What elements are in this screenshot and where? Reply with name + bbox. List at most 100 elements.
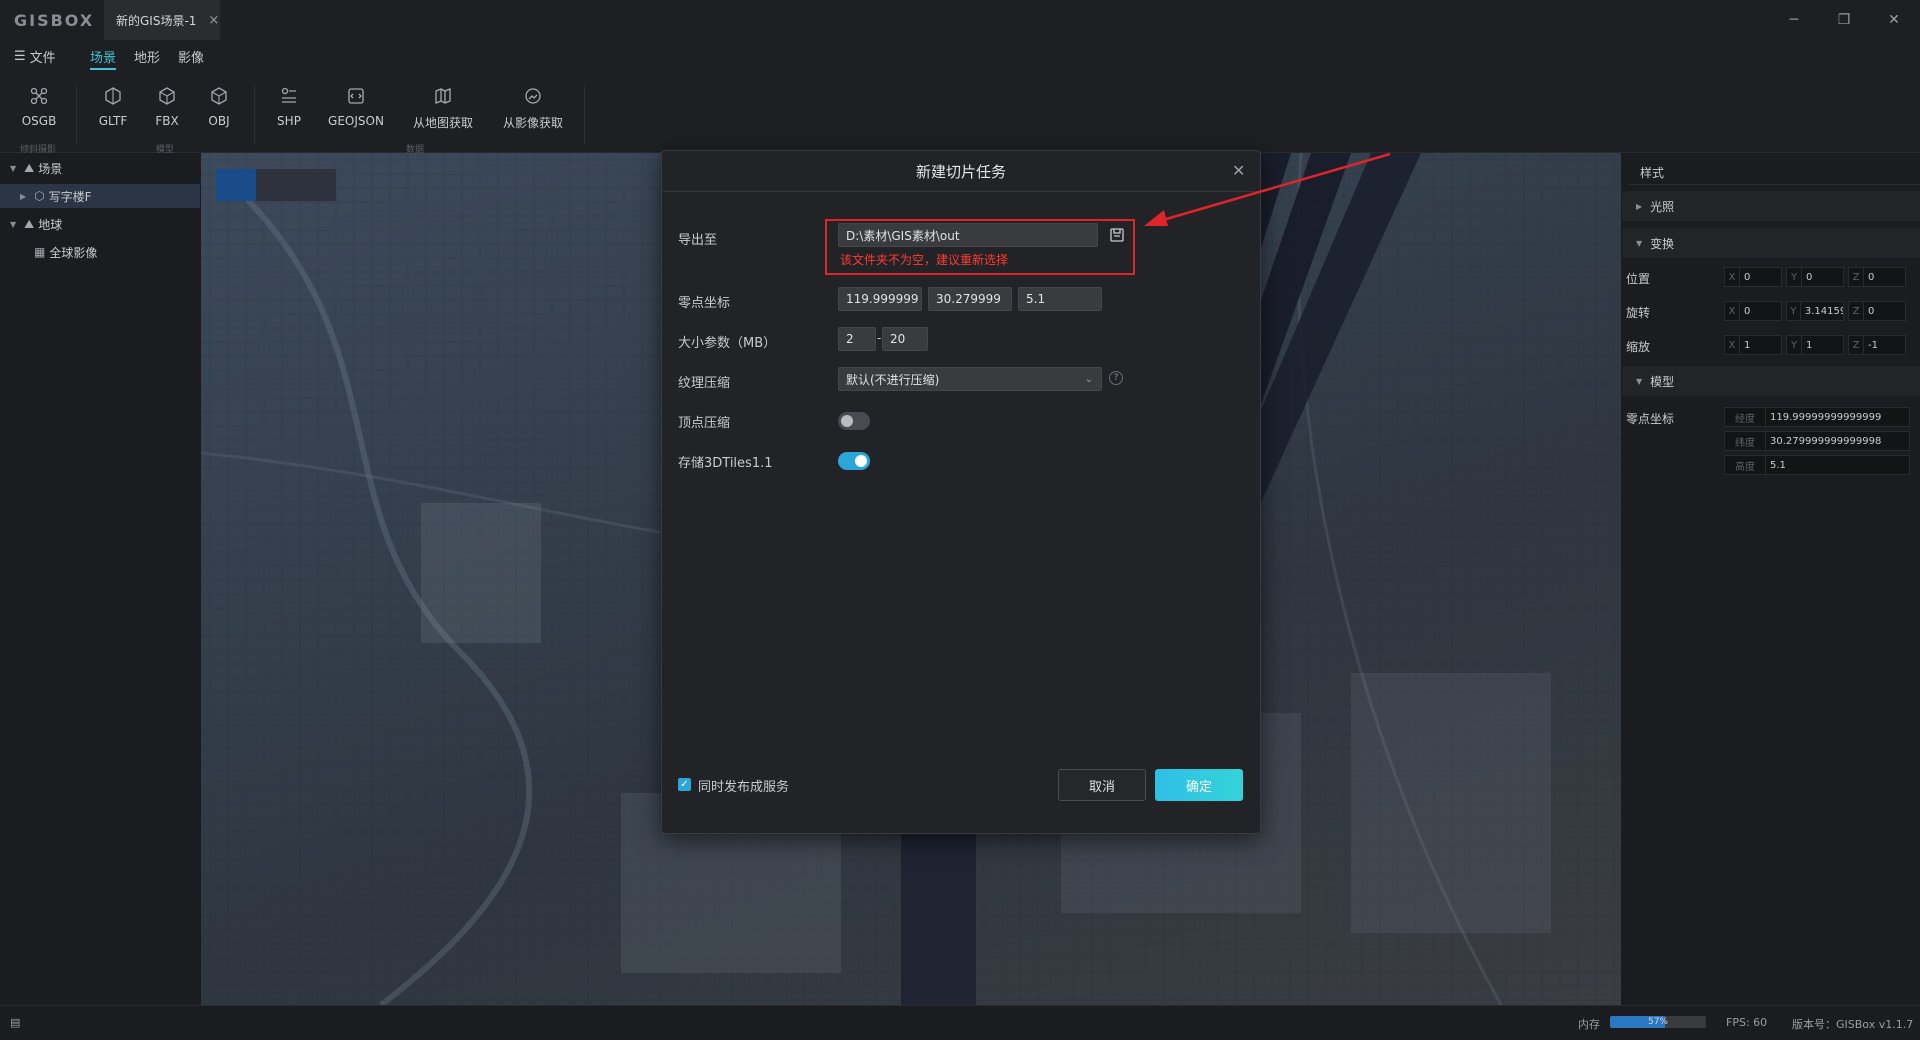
origin-latitude-input[interactable]: 30.279999 [928, 287, 1012, 311]
section-light[interactable]: ▶ 光照 [1622, 191, 1920, 221]
collapse-caret-icon: ▶ [1636, 201, 1643, 211]
section-model[interactable]: ▼ 模型 [1622, 366, 1920, 396]
expand-caret-icon[interactable]: ▼ [10, 220, 16, 229]
tab-close-icon[interactable]: × [208, 13, 219, 28]
collapse-caret-icon[interactable]: ▶ [20, 192, 26, 201]
tree-node-scene[interactable]: ▼ ⛰ 场景 [10, 155, 62, 181]
size-param-label: 大小参数（MB） [678, 336, 777, 351]
log-icon[interactable]: ▤ [10, 1016, 20, 1029]
export-path-input[interactable]: D:\素材\GIS素材\out [838, 223, 1098, 247]
gltf-button[interactable]: GLTF [98, 86, 128, 128]
tree-node-global-imagery[interactable]: ▦ 全球影像 [34, 239, 97, 265]
annotation-arrow [1144, 152, 1391, 226]
tree-node-label: 场景 [38, 161, 63, 176]
toolbar-divider [254, 86, 255, 144]
texture-compression-select[interactable]: 默认(不进行压缩) ⌄ [838, 367, 1102, 391]
imagery-fetch-icon [525, 88, 541, 104]
latitude-value: 30.279999999999998 [1770, 435, 1882, 447]
from-imagery-button[interactable]: 从影像获取 [500, 86, 566, 131]
menu-imagery[interactable]: 影像 [178, 47, 204, 66]
rotation-z-value: 0 [1868, 305, 1875, 317]
app-logo: GISBOX [14, 11, 95, 30]
scene-tab[interactable]: 新的GIS场景-1 × [104, 0, 220, 40]
tab-divider [1630, 184, 1920, 185]
geojson-button[interactable]: GEOJSON [328, 86, 384, 128]
publish-service-checkbox[interactable]: ✓ [678, 778, 691, 791]
expand-caret-icon[interactable]: ▼ [10, 164, 16, 173]
osgb-label: OSGB [21, 114, 57, 128]
minimize-button[interactable]: ─ [1774, 8, 1814, 32]
memory-bar: 57% [1610, 1016, 1706, 1028]
fbx-button[interactable]: FBX [152, 86, 182, 128]
position-y-value: 0 [1806, 271, 1813, 283]
tab-style[interactable]: 样式 [1640, 164, 1664, 181]
tree-node-office[interactable]: ▶ ⬡ 写字楼F [20, 183, 92, 209]
osgb-button[interactable]: OSGB [22, 86, 56, 128]
section-light-label: 光照 [1650, 199, 1675, 214]
fps-readout: FPS: 60 [1726, 1016, 1768, 1029]
close-window-button[interactable]: ✕ [1874, 8, 1914, 32]
scene-icon: ⛰ [24, 160, 35, 175]
folder-not-empty-warning: 该文件夹不为空，建议重新选择 [840, 253, 1009, 267]
scale-x-input[interactable]: X1 [1724, 335, 1782, 355]
axis-z-label: Z [1849, 268, 1864, 286]
origin-altitude-input[interactable]: 5.1 [1018, 287, 1102, 311]
rotation-y-input[interactable]: Y 3.14159 [1786, 301, 1844, 321]
toggle-knob [855, 455, 867, 467]
altitude-input[interactable]: 高度 5.1 [1724, 455, 1910, 475]
cancel-button[interactable]: 取消 [1058, 769, 1146, 801]
scale-x-value: 1 [1744, 339, 1751, 351]
menu-terrain[interactable]: 地形 [134, 47, 160, 66]
scale-y-input[interactable]: Y1 [1786, 335, 1844, 355]
latitude-input[interactable]: 纬度 30.279999999999998 [1724, 431, 1910, 451]
rotation-y-value: 3.14159 [1804, 305, 1843, 317]
from-imagery-label: 从影像获取 [502, 116, 563, 130]
restore-button[interactable]: ❐ [1824, 8, 1864, 32]
export-label: 导出至 [678, 233, 718, 248]
menu-scene[interactable]: 场景 [90, 47, 116, 66]
tree-node-label: 地球 [38, 217, 63, 232]
axis-x-label: X [1725, 302, 1740, 320]
obj-icon [211, 87, 227, 105]
axis-y-label: Y [1787, 268, 1802, 286]
vertex-compression-toggle[interactable] [838, 412, 870, 430]
rotation-label: 旋转 [1626, 306, 1651, 320]
position-z-input[interactable]: Z0 [1848, 267, 1906, 287]
publish-service-label[interactable]: 同时发布成服务 [698, 776, 789, 795]
help-icon[interactable]: ? [1109, 371, 1123, 385]
axis-y-label: Y [1787, 302, 1801, 320]
texture-compression-label: 纹理压缩 [678, 376, 731, 391]
origin-coordinate-label: 零点坐标 [678, 296, 731, 311]
position-x-input[interactable]: X0 [1724, 267, 1782, 287]
altitude-label: 高度 [1725, 456, 1766, 474]
expand-caret-icon: ▼ [1636, 238, 1643, 248]
obj-label: OBJ [208, 114, 230, 128]
map-fetch-icon [435, 88, 451, 104]
shp-button[interactable]: SHP [274, 86, 304, 128]
origin-longitude-input[interactable]: 119.999999 [838, 287, 922, 311]
toggle-knob [841, 415, 853, 427]
fbx-label: FBX [155, 114, 179, 128]
size-max-input[interactable]: 20 [882, 327, 928, 351]
tree-node-earth[interactable]: ▼ ⛰ 地球 [10, 211, 62, 237]
size-min-input[interactable]: 2 [838, 327, 876, 351]
model-icon: ⬡ [34, 189, 45, 203]
longitude-input[interactable]: 经度 119.99999999999999 [1724, 407, 1910, 427]
save-3dtiles-toggle[interactable] [838, 452, 870, 470]
origin-label: 零点坐标 [1626, 412, 1675, 426]
folder-browse-icon[interactable] [1108, 226, 1126, 244]
save-3dtiles-label: 存储3DTiles1.1 [678, 456, 773, 471]
from-map-button[interactable]: 从地图获取 [412, 86, 474, 131]
axis-x-label: X [1725, 336, 1740, 354]
scale-z-input[interactable]: Z -1 [1848, 335, 1906, 355]
confirm-button[interactable]: 确定 [1155, 769, 1243, 801]
position-y-input[interactable]: Y0 [1786, 267, 1844, 287]
section-transform[interactable]: ▼ 变换 [1622, 228, 1920, 258]
altitude-value: 5.1 [1770, 459, 1786, 471]
osgb-icon [30, 87, 48, 105]
rotation-z-input[interactable]: Z0 [1848, 301, 1906, 321]
obj-button[interactable]: OBJ [204, 86, 234, 128]
scale-z-value: -1 [1868, 339, 1878, 351]
menu-file[interactable]: ☰ 文件 [14, 47, 56, 66]
rotation-x-input[interactable]: X0 [1724, 301, 1782, 321]
